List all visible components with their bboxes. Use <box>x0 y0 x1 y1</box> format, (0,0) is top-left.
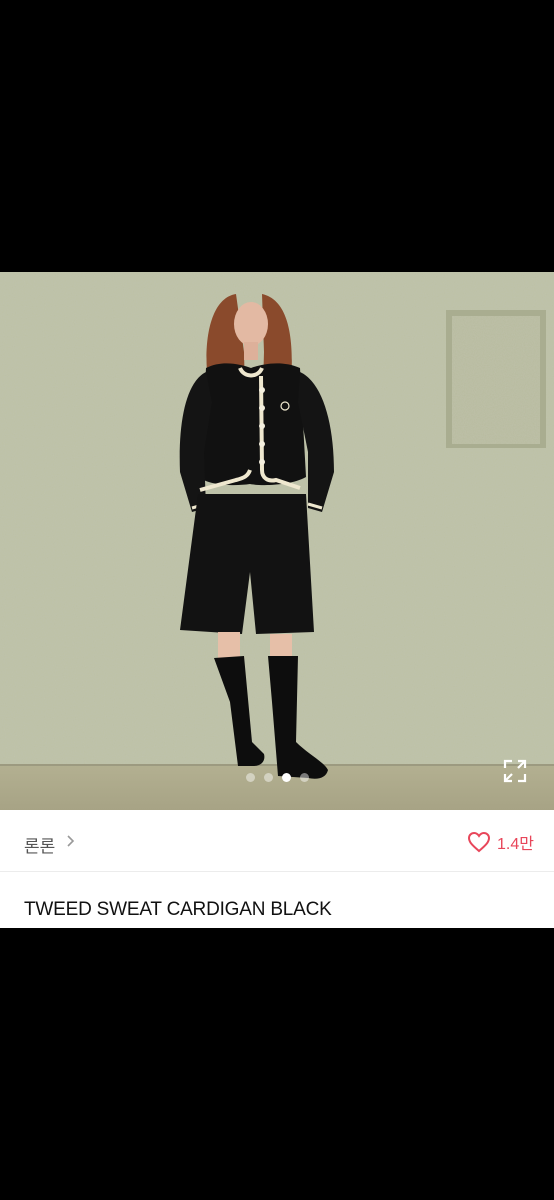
carousel-dot[interactable] <box>245 773 255 782</box>
product-photo <box>0 272 554 810</box>
product-title: TWEED SWEAT CARDIGAN BLACK <box>24 899 332 920</box>
shop-row[interactable]: 론론 1.4만 <box>0 810 554 872</box>
top-letterbox <box>0 0 554 272</box>
bottom-letterbox <box>0 928 554 1200</box>
carousel-dot[interactable] <box>263 773 273 782</box>
product-image[interactable] <box>0 272 554 810</box>
heart-outline-icon[interactable] <box>467 831 491 853</box>
expand-icon[interactable] <box>502 758 528 784</box>
carousel-dot-active[interactable] <box>281 773 291 782</box>
product-info-panel: 론론 1.4만 TWEED SWEAT CARDIGAN BLACK <box>0 810 554 928</box>
like-count: 1.4만 <box>497 836 534 853</box>
carousel-indicator[interactable] <box>0 773 554 785</box>
chevron-right-icon[interactable] <box>66 834 76 848</box>
like-button[interactable]: 1.4만 <box>467 828 534 856</box>
carousel-dot[interactable] <box>299 773 309 782</box>
shop-name[interactable]: 론론 <box>24 832 55 857</box>
